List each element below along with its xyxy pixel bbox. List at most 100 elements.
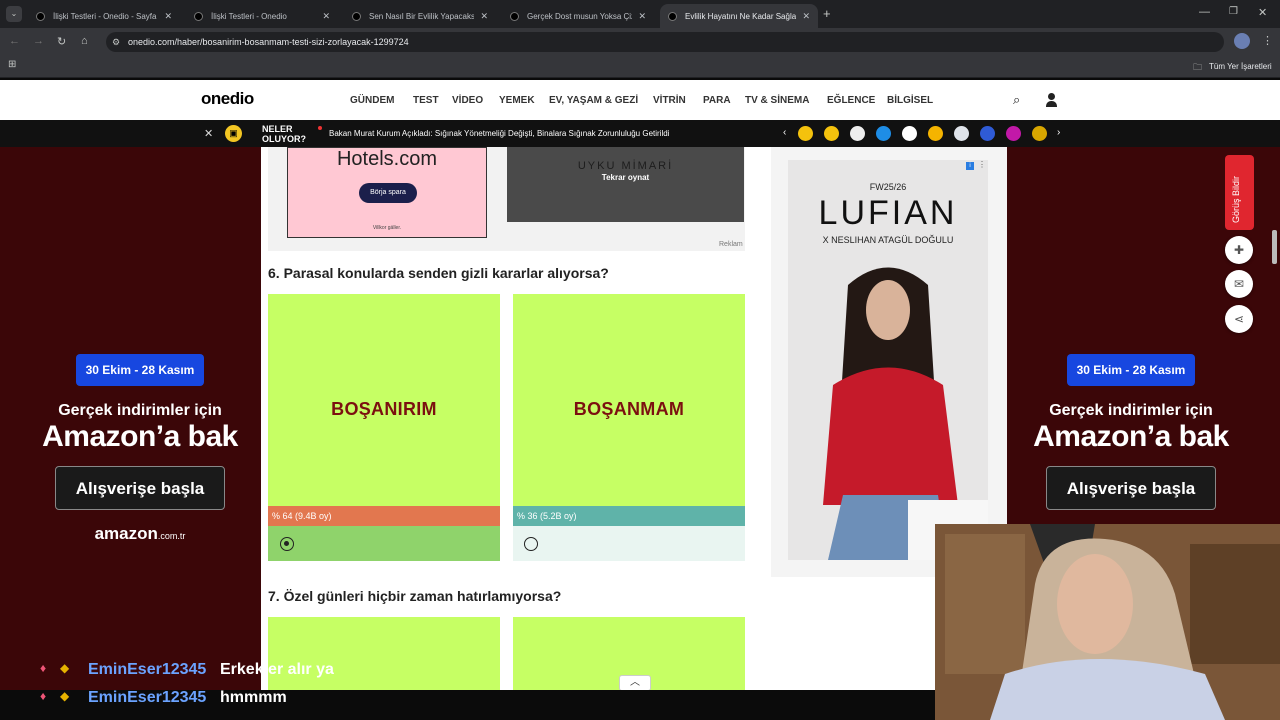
amazon-logo: amazon.com.tr <box>94 524 186 543</box>
all-bookmarks-label[interactable]: Tüm Yer İşaretleri <box>1209 62 1272 71</box>
adchoices-icon[interactable]: i <box>966 162 974 170</box>
nav-vitrin[interactable]: VİTRİN <box>653 95 686 106</box>
option-label: BOŞANIRIM <box>331 399 437 419</box>
tab-search-icon[interactable]: ⌄ <box>6 6 22 22</box>
url-input[interactable]: ⚙ onedio.com/haber/bosanirim-bosanmam-te… <box>106 32 1224 52</box>
radio-selected[interactable] <box>280 537 294 551</box>
option-card-bosanirim[interactable]: BOŞANIRIM <box>268 294 500 506</box>
video-ad[interactable]: UYKU MİMARİ Tekrar oynat <box>507 147 744 222</box>
ticker-next-icon[interactable]: › <box>1057 127 1060 138</box>
channel-badge-icon[interactable] <box>876 126 891 141</box>
menu-kebab-icon[interactable]: ⋮ <box>1262 34 1273 47</box>
apps-grid-icon[interactable]: ⊞ <box>8 59 16 70</box>
close-tab-icon[interactable]: ✕ <box>164 11 172 22</box>
nav-ev-yasam-gezi[interactable]: EV, YAŞAM & GEZİ <box>549 95 638 106</box>
back-icon[interactable]: ← <box>9 35 20 47</box>
forward-icon[interactable]: → <box>33 35 44 47</box>
result-bar-fill: % 64 (9.4B oy) <box>268 506 500 526</box>
feedback-tab[interactable]: Görüş Bildir <box>1225 155 1254 230</box>
chat-username: EminEser12345 <box>88 689 207 706</box>
webcam-overlay <box>935 524 1280 720</box>
folder-icon: 🗀 <box>1193 62 1203 72</box>
close-window-icon[interactable]: ✕ <box>1258 6 1267 19</box>
radio-unselected[interactable] <box>524 537 538 551</box>
profile-avatar[interactable] <box>1234 33 1250 49</box>
onedio-favicon-icon <box>36 11 45 21</box>
site-logo[interactable]: onedio <box>201 89 254 109</box>
model-photo <box>823 267 988 560</box>
option-card-q7-a[interactable] <box>268 617 500 690</box>
result-bar-fill: % 36 (5.2B oy) <box>513 506 745 526</box>
ok-badge-icon[interactable] <box>902 126 917 141</box>
option-select-row[interactable] <box>513 526 745 561</box>
star-badge-icon[interactable] <box>1032 126 1047 141</box>
nav-video[interactable]: VİDEO <box>452 95 483 106</box>
hotels-cta-button[interactable]: Börja spara <box>359 183 417 203</box>
ticker-headline[interactable]: Bakan Murat Kurum Açıkladı: Sığınak Yöne… <box>329 129 669 138</box>
comments-icon[interactable]: ✉ <box>1225 270 1253 298</box>
question-7-title: 7. Özel günleri hiçbir zaman hatırlamıyo… <box>268 588 562 604</box>
uyku-text: UYKU MİMARİ <box>577 160 674 172</box>
news-badge-icon[interactable]: ▣ <box>225 125 242 142</box>
globe-badge-icon[interactable] <box>954 126 969 141</box>
onedio-favicon-icon <box>194 11 203 21</box>
close-tab-icon[interactable]: ✕ <box>802 11 810 22</box>
ticker-prev-icon[interactable]: ‹ <box>783 127 786 138</box>
url-text: onedio.com/haber/bosanirim-bosanmam-test… <box>128 37 409 47</box>
site-info-icon[interactable]: ⚙ <box>112 32 120 52</box>
search-icon[interactable]: ⌕ <box>1013 92 1020 108</box>
amazon-ad-left[interactable]: 30 Ekim - 28 Kasım Gerçek indirimler içi… <box>20 354 260 544</box>
amazon-ad-right[interactable]: 30 Ekim - 28 Kasım Gerçek indirimler içi… <box>1011 354 1251 510</box>
tab-2[interactable]: İlişki Testleri - Onedio ✕ <box>186 4 338 28</box>
new-tab-icon[interactable]: + <box>823 6 831 21</box>
option-card-bosanmam[interactable]: BOŞANMAM <box>513 294 745 506</box>
nav-bilgisel[interactable]: BİLGİSEL <box>887 95 933 106</box>
ad-close-icon[interactable]: ⋮ <box>978 160 986 169</box>
crown-badge-icon[interactable] <box>928 126 943 141</box>
lufian-ad[interactable]: FW25/26 LUFIAN X NESLIHAN ATAGÜL DOĞULU … <box>788 160 988 560</box>
amazon-line2: Amazon’a bak <box>1033 420 1229 453</box>
amazon-dates-badge: 30 Ekim - 28 Kasım <box>1067 354 1195 386</box>
nav-para[interactable]: PARA <box>703 95 731 106</box>
pop-badge-icon[interactable] <box>1006 126 1021 141</box>
tab-1[interactable]: İlişki Testleri - Onedio - Sayfa 4 ✕ <box>28 4 180 28</box>
tab-4[interactable]: Gerçek Dost musun Yoksa Çizgi ✕ <box>502 4 654 28</box>
home-icon[interactable]: ⌂ <box>81 35 88 47</box>
music-badge-icon[interactable] <box>980 126 995 141</box>
hotels-ad[interactable]: Hotels.com Börja spara Villkor gäller. <box>287 147 487 238</box>
option-label: BOŞANMAM <box>573 399 685 419</box>
webcam-feed <box>935 524 1280 720</box>
tab-5-active[interactable]: Evlilik Hayatını Ne Kadar Sağlam ✕ <box>660 4 818 28</box>
close-tab-icon[interactable]: ✕ <box>638 11 646 22</box>
share-icon[interactable]: ⋖ <box>1225 305 1253 333</box>
laugh-emoji-icon[interactable] <box>824 126 839 141</box>
restore-icon[interactable]: ❐ <box>1229 6 1238 17</box>
amazon-shop-button[interactable]: Alışverişe başla <box>55 466 225 510</box>
replay-button[interactable]: Tekrar oynat <box>507 173 744 182</box>
bookmark-add-icon[interactable]: ✚ <box>1225 236 1253 264</box>
lufian-season: FW25/26 <box>869 182 907 192</box>
close-tab-icon[interactable]: ✕ <box>480 11 488 22</box>
nav-gundem[interactable]: GÜNDEM <box>350 95 394 106</box>
chat-username: EminEser12345 <box>88 661 207 678</box>
close-tab-icon[interactable]: ✕ <box>322 11 330 22</box>
page-scrollbar-thumb[interactable] <box>1272 230 1277 264</box>
nav-test[interactable]: TEST <box>413 95 439 106</box>
shuffle-icon[interactable]: ✕ <box>204 127 213 140</box>
tab-label: Gerçek Dost musun Yoksa Çizgi <box>527 11 633 21</box>
result-text: % 64 (9.4B oy) <box>272 511 332 521</box>
chat-badge-icon: ♦ <box>40 689 47 703</box>
amazon-shop-button[interactable]: Alışverişe başla <box>1046 466 1216 510</box>
nav-tv-sinema[interactable]: TV & SİNEMA <box>745 95 809 106</box>
reload-icon[interactable]: ↻ <box>57 35 66 48</box>
minimize-icon[interactable]: — <box>1199 6 1210 18</box>
sad-emoji-icon[interactable] <box>798 126 813 141</box>
scroll-top-button[interactable]: ︿ <box>619 675 651 691</box>
plus-badge-icon[interactable] <box>850 126 865 141</box>
nav-eglence[interactable]: EĞLENCE <box>827 95 875 106</box>
option-select-row[interactable] <box>268 526 500 561</box>
amazon-dates-badge: 30 Ekim - 28 Kasım <box>76 354 204 386</box>
user-icon[interactable] <box>1046 93 1057 107</box>
nav-yemek[interactable]: YEMEK <box>499 95 535 106</box>
tab-3[interactable]: Sen Nasıl Bir Evlilik Yapacaksın? ✕ <box>344 4 496 28</box>
